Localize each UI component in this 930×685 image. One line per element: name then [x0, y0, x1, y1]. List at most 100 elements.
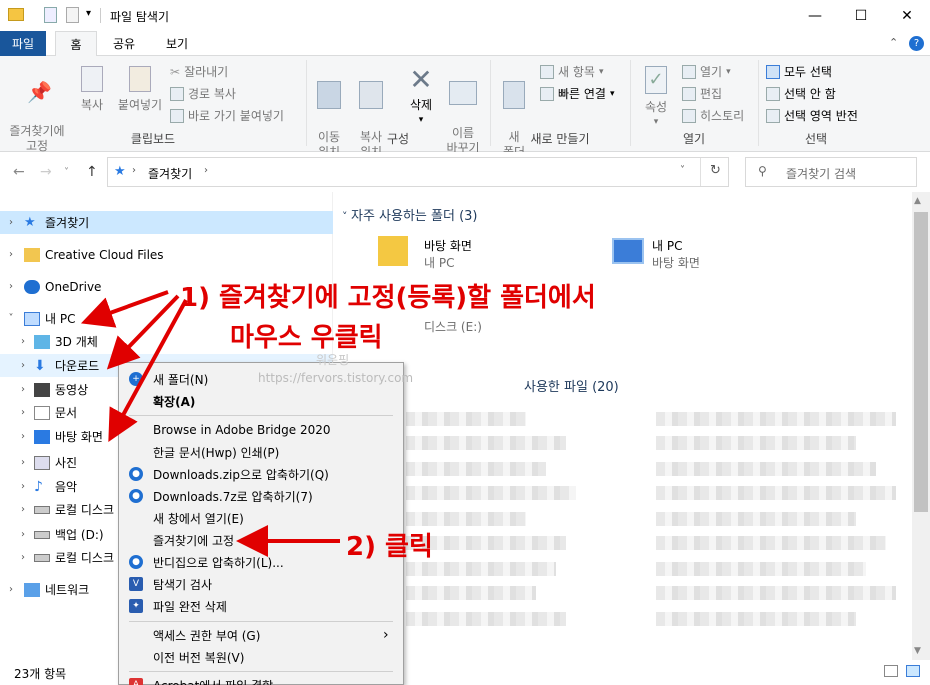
chevron-right-icon[interactable]: › — [16, 360, 30, 371]
paste-button[interactable]: 붙여넣기 — [114, 66, 166, 113]
menu-item-label: 이전 버전 복원(V) — [153, 650, 245, 665]
menu-item-give-access[interactable]: 액세스 권한 부여 (G) › — [119, 624, 403, 646]
cut-button[interactable]: ✂ 잘라내기 — [170, 63, 228, 80]
menu-item-expand[interactable]: 확장(A) — [119, 390, 403, 412]
shred-icon: ✦ — [129, 599, 143, 613]
menu-item-acrobat-combine[interactable]: A Acrobat에서 파일 결합 — [119, 674, 403, 685]
invert-selection-button[interactable]: 선택 영역 반전 — [766, 107, 858, 124]
forward-icon[interactable]: → — [40, 164, 52, 180]
tree-label: 내 PC — [45, 312, 76, 326]
search-box[interactable]: ⚲ 즐겨찾기 검색 — [745, 157, 917, 187]
folder-name[interactable]: 바탕 화면 — [424, 237, 472, 254]
chevron-down-icon: ▾ — [609, 88, 615, 99]
tree-label: 사진 — [55, 456, 78, 470]
select-none-icon — [766, 86, 780, 101]
chevron-right-icon[interactable]: › — [16, 504, 30, 515]
chevron-right-icon[interactable]: › — [16, 384, 30, 395]
copy-button[interactable]: 복사 — [72, 66, 112, 113]
address-bar[interactable]: ★ › 즐겨찾기 › ˅ ↻ — [107, 157, 729, 187]
tree-label: 문서 — [55, 406, 78, 420]
tree-label: 다운로드 — [55, 359, 100, 373]
paste-shortcut-label: 바로 가기 붙여넣기 — [188, 109, 284, 123]
select-none-button[interactable]: 선택 안 함 — [766, 85, 836, 102]
pc-icon — [24, 311, 40, 326]
edit-button[interactable]: 편집 — [682, 85, 722, 102]
chevron-down-icon[interactable]: ˅ — [4, 313, 18, 324]
tiles-view-icon[interactable] — [906, 665, 920, 677]
blurred-file-path — [656, 436, 856, 450]
frequent-folders-header[interactable]: ˅ 자주 사용하는 폴더 (3) — [342, 205, 478, 224]
chevron-right-icon[interactable]: › — [4, 584, 18, 595]
menu-item-adobe-bridge[interactable]: Browse in Adobe Bridge 2020 — [119, 419, 403, 441]
chevron-right-icon[interactable]: › — [4, 217, 18, 228]
chevron-right-icon[interactable]: › — [16, 431, 30, 442]
quick-access-dropdown-icon[interactable]: ▾ — [86, 8, 91, 19]
onedrive-icon — [24, 279, 40, 294]
chevron-right-icon[interactable]: › — [16, 552, 30, 563]
properties-button[interactable]: ✓ 속성 ▾ — [636, 66, 676, 130]
chevron-right-icon[interactable]: › — [4, 249, 18, 260]
chevron-down-icon: ˅ — [342, 210, 351, 223]
folder-name[interactable]: 내 PC — [652, 237, 682, 254]
recent-files-header[interactable]: 사용한 파일 (20) — [524, 376, 619, 395]
menu-item-label: 확장(A) — [153, 394, 196, 409]
tree-item-creative-cloud[interactable]: › Creative Cloud Files — [0, 243, 333, 266]
scroll-down-icon[interactable]: ▼ — [914, 646, 921, 656]
close-button[interactable]: ✕ — [884, 0, 930, 31]
ribbon-collapse-icon[interactable]: ⌃ — [889, 36, 898, 49]
back-icon[interactable]: ← — [13, 164, 25, 180]
menu-item-scan[interactable]: V 탐색기 검사 — [119, 573, 403, 595]
tree-item-quick-access[interactable]: › ★ 즐겨찾기 — [0, 211, 333, 234]
chevron-right-icon[interactable]: › — [16, 407, 30, 418]
tab-home[interactable]: 홈 — [55, 31, 97, 57]
chevron-right-icon[interactable]: › — [16, 336, 30, 347]
group-label-open: 열기 — [682, 132, 706, 146]
group-label-new: 새로 만들기 — [530, 132, 590, 146]
tree-label: 로컬 디스크 — [55, 551, 115, 565]
menu-item-restore-versions[interactable]: 이전 버전 복원(V) — [119, 646, 403, 668]
tab-share[interactable]: 공유 — [104, 31, 144, 56]
chevron-right-icon[interactable]: › — [16, 481, 30, 492]
recent-locations-chevron-icon[interactable]: ˅ — [64, 167, 69, 178]
blurred-file-path — [656, 462, 876, 476]
maximize-button[interactable]: ☐ — [838, 0, 884, 31]
chevron-right-icon[interactable]: › — [16, 457, 30, 468]
chevron-right-icon[interactable]: › — [16, 529, 30, 540]
scrollbar-thumb[interactable] — [914, 212, 928, 512]
paste-shortcut-button[interactable]: 바로 가기 붙여넣기 — [170, 107, 284, 124]
folder-icon — [378, 236, 408, 266]
blurred-file-row — [406, 486, 576, 500]
new-item-button[interactable]: 새 항목 ▾ — [540, 63, 603, 80]
breadcrumb[interactable]: 즐겨찾기 — [148, 165, 192, 182]
menu-item-label: Browse in Adobe Bridge 2020 — [153, 423, 331, 437]
menu-item-label: 즐겨찾기에 고정 — [153, 533, 235, 548]
chevron-right-icon[interactable]: › — [4, 281, 18, 292]
chevron-down-icon: ▾ — [653, 117, 659, 127]
menu-item-label: 반디집으로 압축하기(L)... — [153, 555, 284, 570]
up-icon[interactable]: ↑ — [86, 164, 98, 180]
address-dropdown-icon[interactable]: ˅ — [680, 165, 685, 176]
delete-button[interactable]: ✕ 삭제 ▾ — [400, 66, 442, 128]
search-placeholder[interactable]: 즐겨찾기 검색 — [786, 165, 856, 182]
new-folder-quick-icon[interactable] — [66, 7, 79, 23]
breadcrumb-chevron-icon: › — [132, 165, 136, 176]
scroll-up-icon[interactable]: ▲ — [914, 196, 921, 206]
invert-selection-label: 선택 영역 반전 — [784, 109, 858, 123]
breadcrumb-chevron-icon: › — [204, 165, 208, 176]
details-view-icon[interactable] — [884, 665, 898, 677]
tab-view[interactable]: 보기 — [156, 31, 198, 56]
select-all-button[interactable]: 모두 선택 — [766, 63, 832, 80]
menu-item-7z[interactable]: ● Downloads.7z로 압축하기(7) — [119, 485, 403, 507]
copy-path-button[interactable]: 경로 복사 — [170, 85, 236, 102]
menu-item-zip[interactable]: ● Downloads.zip으로 압축하기(Q) — [119, 463, 403, 485]
help-icon[interactable]: ? — [909, 36, 924, 51]
menu-item-shred[interactable]: ✦ 파일 완전 삭제 — [119, 595, 403, 617]
minimize-button[interactable]: — — [792, 0, 838, 31]
menu-item-hwp-print[interactable]: 한글 문서(Hwp) 인쇄(P) — [119, 441, 403, 463]
easy-access-button[interactable]: 빠른 연결 ▾ — [540, 85, 615, 102]
history-button[interactable]: 히스토리 — [682, 107, 744, 124]
tab-file[interactable]: 파일 — [0, 31, 46, 56]
refresh-icon[interactable]: ↻ — [710, 163, 721, 178]
properties-quick-icon[interactable] — [44, 7, 57, 23]
open-button[interactable]: 열기 ▾ — [682, 63, 731, 80]
